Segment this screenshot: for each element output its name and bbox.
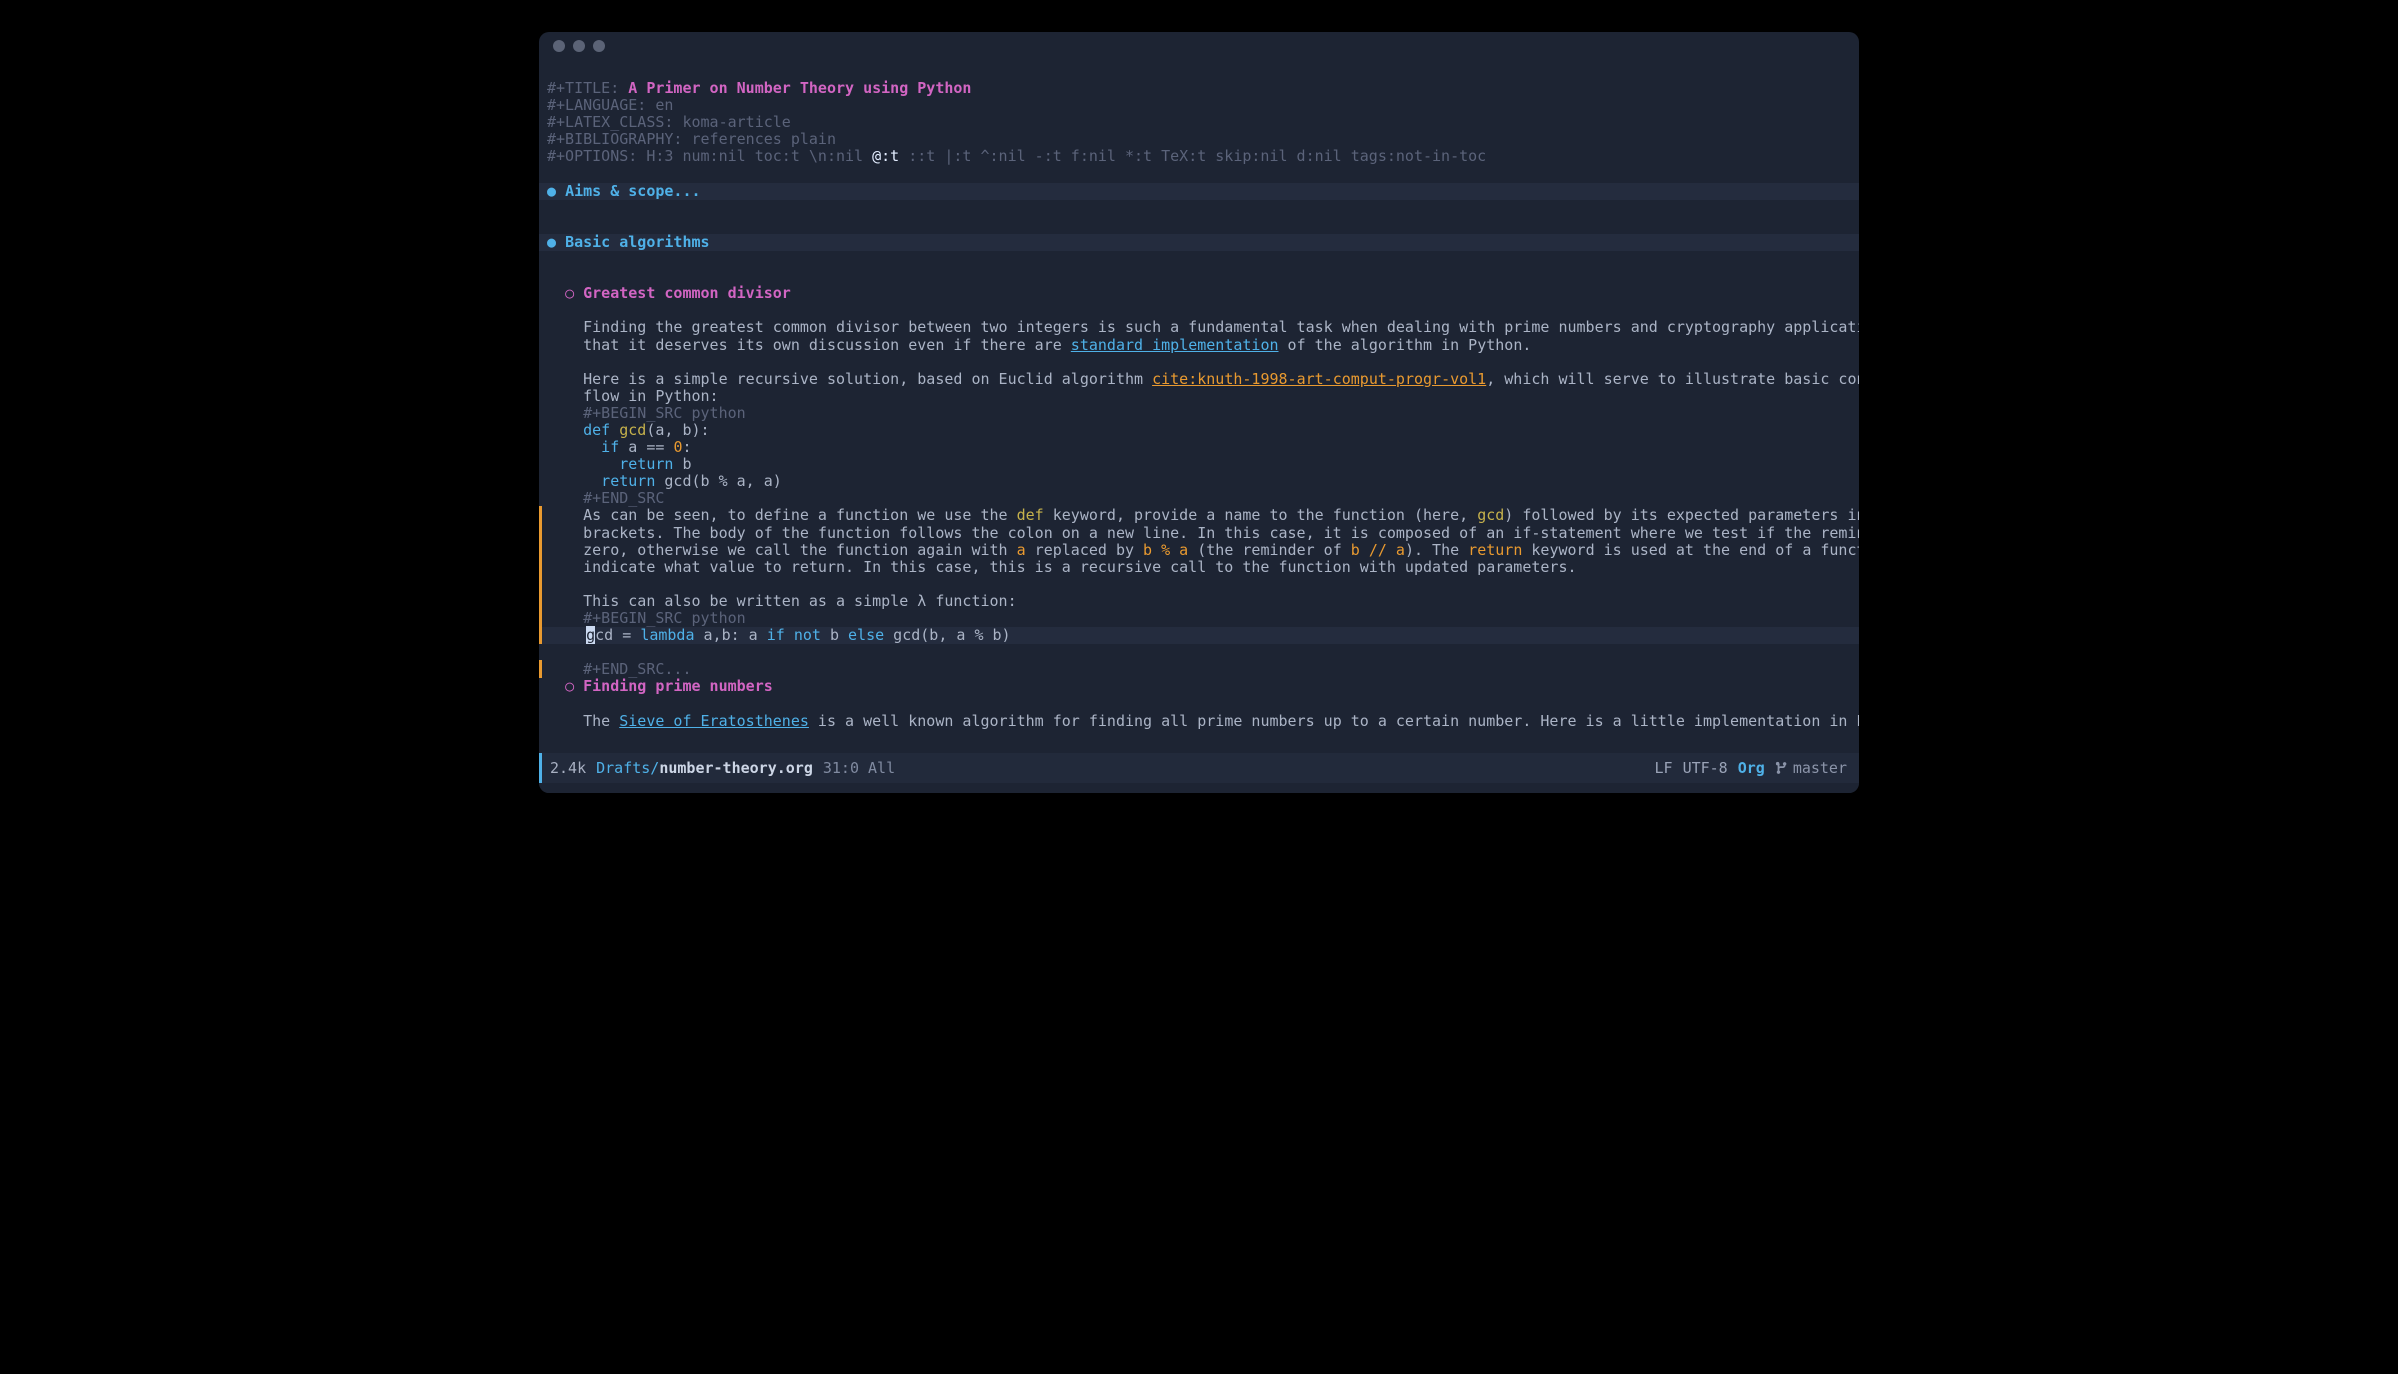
code: : — [682, 438, 691, 456]
body-text: , which will serve to illustrate basic c… — [1486, 370, 1859, 388]
body-text: ) followed by its expected parameters in… — [1504, 506, 1859, 524]
heading-bullet-icon: ● — [547, 233, 556, 251]
modeline: 2.4k Drafts/number-theory.org 31:0 All L… — [539, 753, 1859, 783]
src-block-begin: #+BEGIN_SRC python — [583, 404, 746, 422]
keyword-not: not — [794, 626, 821, 644]
heading-bullet-icon: ○ — [565, 284, 574, 302]
titlebar — [539, 32, 1859, 60]
body-text: The — [583, 712, 619, 730]
buffer-size: 2.4k — [550, 759, 586, 777]
org-keyword: #+TITLE: — [547, 79, 628, 97]
body-text: replaced by — [1026, 541, 1143, 559]
citation-link[interactable]: cite:knuth-1998-art-comput-progr-vol1 — [1152, 370, 1486, 388]
body-text: zero, otherwise we call the function aga… — [583, 541, 1016, 559]
expr: b % a — [1143, 541, 1188, 559]
zoom-icon[interactable] — [593, 40, 605, 52]
keyword-def: def — [1017, 506, 1044, 524]
code: (a, b): — [646, 421, 709, 439]
encoding: UTF-8 — [1683, 759, 1728, 777]
body-text: keyword, provide a name to the function … — [1044, 506, 1477, 524]
heading-level-2[interactable]: Greatest common divisor — [583, 284, 791, 302]
body-text: This can also be written as a simple λ f… — [583, 592, 1016, 610]
major-mode[interactable]: Org — [1738, 759, 1765, 777]
body-text: indicate what value to return. In this c… — [583, 558, 1576, 576]
keyword-return: return — [583, 455, 673, 473]
vcs-branch[interactable]: master — [1775, 759, 1847, 777]
heading-bullet-icon: ● — [547, 182, 556, 200]
body-text: (the reminder of — [1188, 541, 1351, 559]
org-options-post: ::t |:t ^:nil -:t f:nil *:t TeX:t skip:n… — [899, 147, 1486, 165]
close-icon[interactable] — [553, 40, 565, 52]
src-block-end: #+END_SRC... — [583, 660, 691, 678]
heading-level-2[interactable]: Finding prime numbers — [583, 677, 773, 695]
body-text: keyword is used at the end of a function… — [1522, 541, 1859, 559]
code: a == — [619, 438, 673, 456]
src-block-begin: #+BEGIN_SRC python — [583, 609, 746, 627]
doc-title: A Primer on Number Theory using Python — [628, 79, 971, 97]
heading-bullet-icon: ○ — [565, 677, 574, 695]
org-keyword: #+BIBLIOGRAPHY: references plain — [547, 130, 836, 148]
buffer-file: number-theory.org — [659, 759, 813, 777]
body-text: ). The — [1405, 541, 1468, 559]
body-text: that it deserves its own discussion even… — [583, 336, 1071, 354]
keyword-if: if — [583, 438, 619, 456]
org-keyword: #+LATEX_CLASS: koma-article — [547, 113, 791, 131]
body-text: As can be seen, to define a function we … — [583, 506, 1016, 524]
keyword-else: else — [848, 626, 884, 644]
text-buffer[interactable]: #+TITLE: A Primer on Number Theory using… — [539, 60, 1859, 747]
body-text: is a well known algorithm for finding al… — [809, 712, 1859, 730]
link[interactable]: standard implementation — [1071, 336, 1279, 354]
keyword-if: if — [767, 626, 785, 644]
code — [785, 626, 794, 644]
link[interactable]: Sieve of Eratosthenes — [619, 712, 809, 730]
src-block-end: #+END_SRC — [583, 489, 664, 507]
buffer-dir: Drafts/ — [596, 759, 659, 777]
editor-window: #+TITLE: A Primer on Number Theory using… — [539, 32, 1859, 793]
code: a,b: a — [695, 626, 767, 644]
body-text: brackets. The body of the function follo… — [583, 524, 1859, 542]
minimize-icon[interactable] — [573, 40, 585, 52]
heading-level-1[interactable]: Aims & scope... — [565, 182, 700, 200]
body-text: Finding the greatest common divisor betw… — [583, 318, 1859, 336]
code: cd = — [595, 626, 640, 644]
body-text: of the algorithm in Python. — [1279, 336, 1532, 354]
cursor-location: 31:0 All — [823, 759, 895, 777]
code: b — [673, 455, 691, 473]
expr: b // a — [1351, 541, 1405, 559]
branch-name: master — [1793, 759, 1847, 777]
org-option-at: @:t — [872, 147, 899, 165]
line-ending: LF — [1655, 759, 1673, 777]
keyword-return: return — [583, 472, 655, 490]
keyword-return: return — [1468, 541, 1522, 559]
text-cursor: g — [586, 626, 595, 644]
function-name: gcd — [610, 421, 646, 439]
code: gcd(b % a, a) — [655, 472, 781, 490]
git-branch-icon — [1775, 761, 1789, 775]
keyword-def: def — [583, 421, 610, 439]
body-text: Here is a simple recursive solution, bas… — [583, 370, 1152, 388]
keyword-lambda: lambda — [640, 626, 694, 644]
var-a: a — [1017, 541, 1026, 559]
org-options-pre: #+OPTIONS: H:3 num:nil toc:t \n:nil — [547, 147, 872, 165]
body-text: flow in Python: — [583, 387, 718, 405]
function-name: gcd — [1477, 506, 1504, 524]
code: gcd(b, a % b) — [884, 626, 1010, 644]
org-keyword: #+LANGUAGE: en — [547, 96, 673, 114]
heading-level-1[interactable]: Basic algorithms — [565, 233, 710, 251]
code: b — [821, 626, 848, 644]
